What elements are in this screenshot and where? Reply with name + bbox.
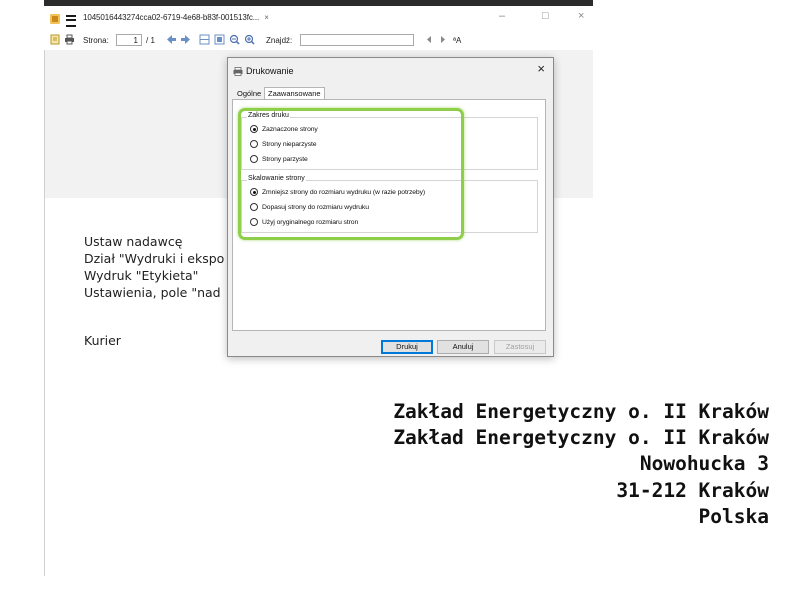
title-bar: 1045016443274cca02-6719-4e68-b83f-001513… [44, 6, 593, 32]
address-line: 31-212 Kraków [616, 479, 769, 502]
page-number-input[interactable] [116, 34, 142, 46]
print-button[interactable]: Drukuj [381, 340, 433, 354]
app-logo-icon [50, 14, 60, 24]
page-thumbnails-icon[interactable] [50, 34, 61, 45]
hamburger-menu-icon[interactable] [66, 15, 76, 27]
radio-button[interactable] [250, 125, 258, 133]
address-line: Nowohucka 3 [639, 452, 769, 475]
find-input[interactable] [300, 34, 414, 46]
page-label: Strona: [83, 36, 109, 45]
document-tab-title: 1045016443274cca02-6719-4e68-b83f-001513… [83, 13, 260, 22]
doc-line: Ustawienia, pole "nad [84, 285, 221, 300]
maximize-button[interactable]: □ [542, 10, 549, 22]
radio-label: Użyj oryginalnego rozmiaru stron [262, 218, 359, 226]
printer-icon [233, 67, 243, 76]
radio-button[interactable] [250, 155, 258, 163]
radio-button[interactable] [250, 218, 258, 226]
radio-even-pages[interactable]: Strony parzyste [250, 153, 308, 165]
print-dialog: Drukowanie × Ogólne Zaawansowane Zakres … [227, 57, 554, 357]
fit-page-icon[interactable] [199, 34, 210, 45]
radio-button[interactable] [250, 203, 258, 211]
apply-button[interactable]: Zastosuj [494, 340, 546, 354]
radio-selected-pages[interactable]: Zaznaczone strony [250, 123, 318, 135]
page-scaling-label: Skalowanie strony [247, 175, 306, 182]
radio-label: Strony nieparzyste [262, 140, 317, 148]
page-scaling-group: Skalowanie strony Zmniejsz strony do roz… [241, 175, 538, 233]
previous-page-icon[interactable] [166, 34, 177, 45]
radio-odd-pages[interactable]: Strony nieparzyste [250, 138, 317, 150]
minimize-button[interactable]: – [499, 10, 505, 22]
doc-line: Ustaw nadawcę [84, 234, 183, 249]
fit-width-icon[interactable] [214, 34, 225, 45]
print-icon[interactable] [64, 34, 75, 45]
address-line: Zakład Energetyczny o. II Kraków [393, 426, 769, 449]
address-line: Zakład Energetyczny o. II Kraków [393, 400, 769, 423]
toolbar: Strona: / 1 Znajdź: ªA [44, 32, 593, 50]
cancel-button[interactable]: Anuluj [437, 340, 489, 354]
find-label: Znajdź: [266, 36, 293, 45]
radio-button[interactable] [250, 188, 258, 196]
zoom-in-icon[interactable] [244, 34, 255, 45]
text-size-icon[interactable]: ªA [453, 36, 461, 45]
tab-advanced[interactable]: Zaawansowane [264, 87, 325, 99]
radio-label: Zmniejsz strony do rozmiaru wydruku (w r… [262, 188, 426, 196]
advanced-tab-panel: Zakres druku Zaznaczone strony Strony ni… [232, 99, 546, 331]
tab-close-icon[interactable]: × [264, 13, 269, 22]
tab-general[interactable]: Ogólne [234, 88, 264, 99]
radio-button[interactable] [250, 140, 258, 148]
radio-label: Strony parzyste [262, 155, 308, 163]
courier-label: Kurier [84, 333, 121, 348]
close-window-button[interactable]: × [578, 10, 584, 22]
print-range-group: Zakres druku Zaznaczone strony Strony ni… [241, 112, 538, 170]
find-next-icon[interactable] [437, 34, 448, 45]
radio-fit-to-page[interactable]: Dopasuj strony do rozmiaru wydruku [250, 201, 369, 213]
radio-label: Dopasuj strony do rozmiaru wydruku [262, 203, 369, 211]
zoom-out-icon[interactable] [229, 34, 240, 45]
doc-line: Wydruk "Etykieta" [84, 268, 199, 283]
dialog-close-button[interactable]: × [537, 61, 545, 76]
page-left-edge [44, 50, 45, 576]
radio-label: Zaznaczone strony [262, 125, 318, 133]
print-range-label: Zakres druku [247, 112, 290, 119]
dialog-title: Drukowanie [246, 66, 294, 76]
find-previous-icon[interactable] [424, 34, 435, 45]
next-page-icon[interactable] [180, 34, 191, 45]
radio-original-size[interactable]: Użyj oryginalnego rozmiaru stron [250, 216, 358, 228]
document-tab[interactable]: 1045016443274cca02-6719-4e68-b83f-001513… [83, 13, 269, 22]
page-total: / 1 [146, 36, 155, 45]
doc-line: Dział "Wydruki i ekspo [84, 251, 225, 266]
address-line: Polska [698, 505, 769, 528]
radio-shrink-to-fit[interactable]: Zmniejsz strony do rozmiaru wydruku (w r… [250, 186, 425, 198]
